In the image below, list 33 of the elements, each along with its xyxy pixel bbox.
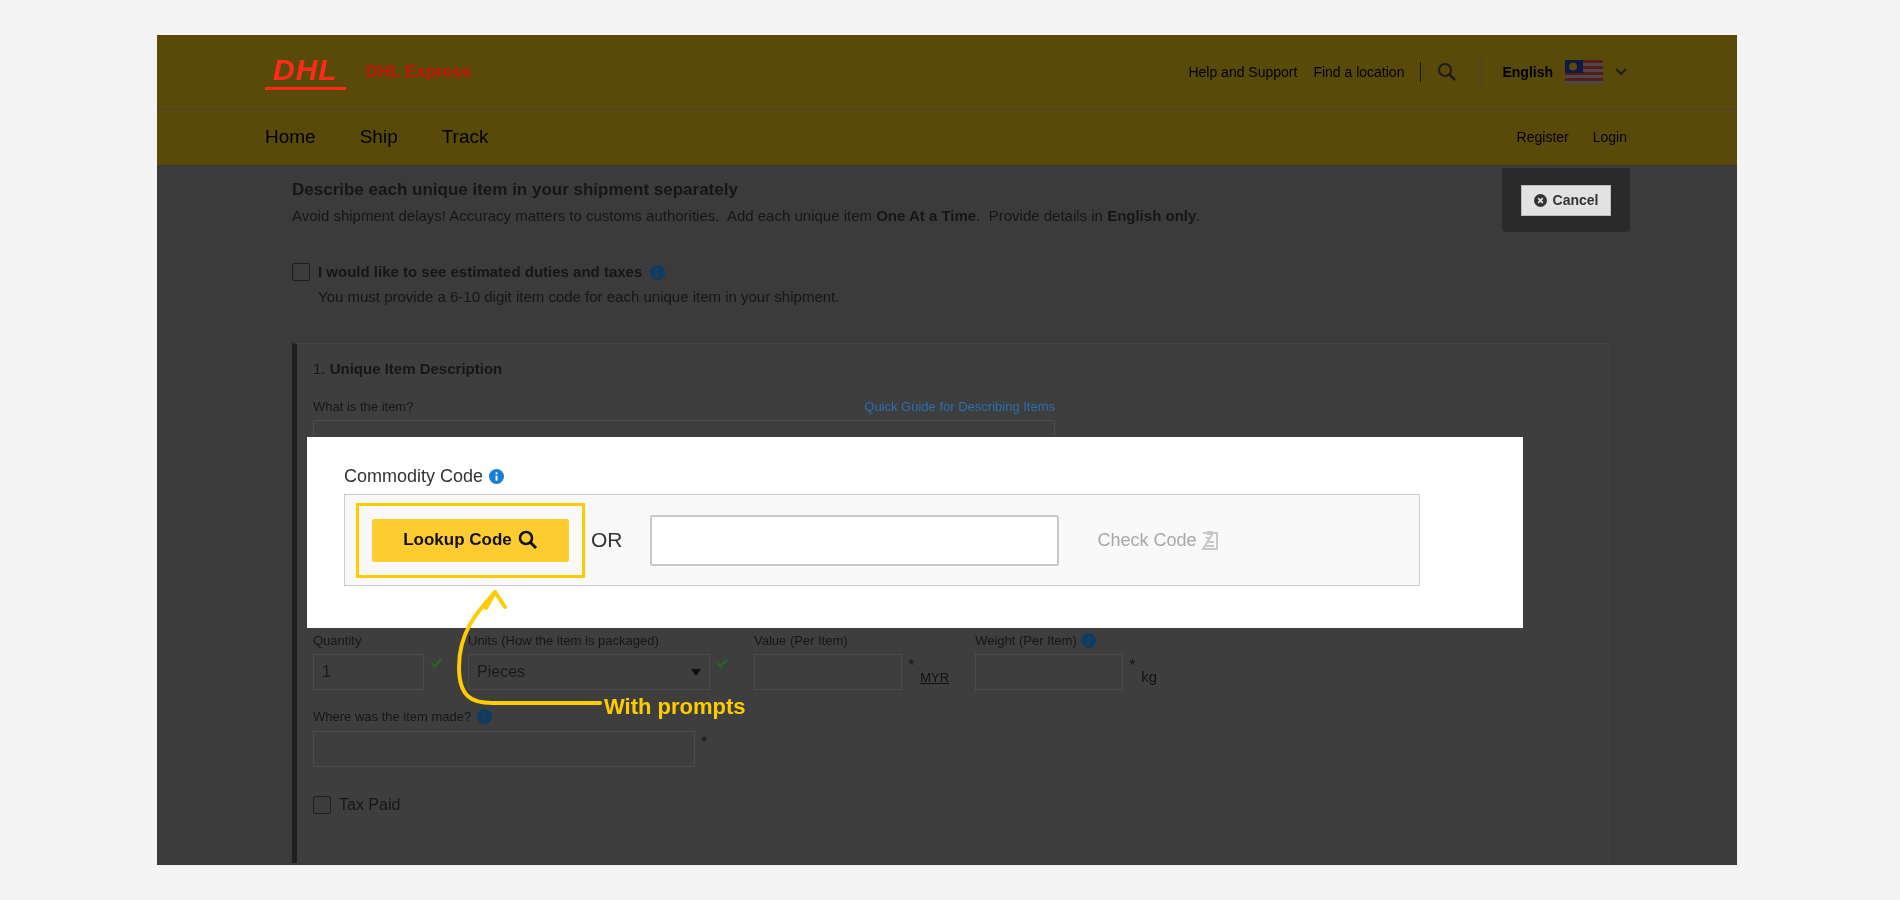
clipboard-icon [1200, 530, 1219, 550]
header-link[interactable]: Help and Support [1188, 61, 1298, 83]
required-marker: * [908, 656, 915, 676]
nav-link[interactable]: Track [441, 123, 489, 152]
callout-text: With prompts [604, 693, 746, 721]
guide-link[interactable]: Quick Guide for Describing Items [864, 396, 1055, 416]
info-icon [489, 469, 505, 484]
commodity-code-field[interactable] [649, 514, 1059, 566]
dropdown-caret-icon [691, 668, 701, 676]
account-link[interactable]: Register [1516, 127, 1569, 148]
check-code-button: Check Code [1097, 526, 1219, 554]
required-marker: * [701, 732, 708, 753]
language-label[interactable]: English [1502, 61, 1553, 83]
required-marker: * [1129, 656, 1136, 676]
search-icon [517, 530, 538, 550]
or-label: OR [591, 527, 623, 554]
flag-icon [1565, 60, 1603, 84]
account-link[interactable]: Login [1592, 127, 1627, 148]
brand-name: DHL Express [365, 61, 472, 84]
checkbox[interactable] [313, 795, 331, 814]
nav-link[interactable]: Home [265, 123, 316, 152]
field-label: Commodity Code [344, 465, 484, 488]
header-link[interactable]: Find a location [1313, 61, 1405, 83]
info-icon [477, 709, 493, 725]
info-icon [650, 264, 666, 280]
chevron-down-icon[interactable] [1615, 68, 1627, 76]
lookup-button[interactable]: Lookup Code [372, 518, 569, 562]
checkbox[interactable] [292, 263, 310, 282]
cancel-button[interactable]: Cancel [1520, 184, 1612, 216]
search-icon[interactable] [1437, 62, 1458, 82]
nav-link[interactable]: Ship [359, 123, 398, 152]
logo[interactable]: DHL [265, 54, 346, 90]
close-icon [1533, 193, 1547, 207]
